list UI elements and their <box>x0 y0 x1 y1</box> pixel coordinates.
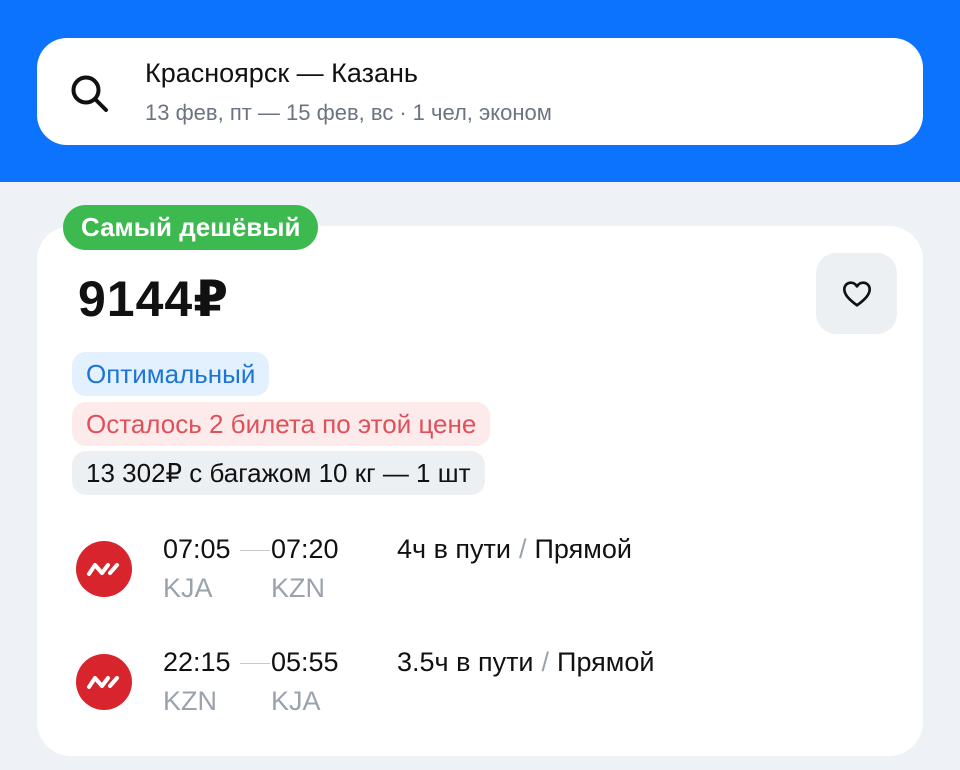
baggage-tag[interactable]: 13 302₽ с багажом 10 кг — 1 шт <box>72 451 485 495</box>
arrival-airport: KJA <box>271 686 321 716</box>
tickets-left-tag: Осталось 2 билета по этой цене <box>72 402 491 446</box>
stops-text: Прямой <box>534 534 632 564</box>
search-passengers: 1 чел, эконом <box>412 100 552 125</box>
time-separator <box>240 663 270 664</box>
arrival-time: 05:55 <box>271 647 339 677</box>
duration-slash: / <box>541 647 550 677</box>
airline-logo <box>76 654 132 710</box>
search-summary[interactable] <box>37 38 923 145</box>
airline-logo <box>76 541 132 597</box>
search-icon[interactable] <box>68 72 110 114</box>
favorite-button[interactable] <box>816 253 897 334</box>
search-dates: 13 фев, пт — 15 фев, вс <box>145 100 394 125</box>
heart-icon <box>842 280 871 307</box>
search-route: Красноярск — Казань <box>145 58 418 88</box>
departure-airport: KZN <box>163 686 217 716</box>
optimal-tag: Оптимальный <box>72 352 270 396</box>
flight-duration: 3.5ч в пути / Прямой <box>397 647 654 678</box>
duration-slash: / <box>519 534 527 564</box>
departure-airport: KJA <box>163 573 213 603</box>
offer-price: 9144₽ <box>78 271 230 327</box>
cheapest-badge: Самый дешёвый <box>63 205 319 250</box>
stops-text: Прямой <box>557 647 655 677</box>
duration-text: 3.5ч в пути <box>397 647 534 677</box>
arrival-airport: KZN <box>271 573 325 603</box>
departure-time: 22:15 <box>163 647 231 677</box>
flight-segment-outbound[interactable]: 07:05 07:20 KJA KZN 4ч в пути / Прямой <box>0 530 960 610</box>
flight-segment-return[interactable]: 22:15 05:55 KZN KJA 3.5ч в пути / Прямой <box>0 643 960 723</box>
time-separator <box>240 550 270 551</box>
duration-text: 4ч в пути <box>397 534 511 564</box>
flight-duration: 4ч в пути / Прямой <box>397 534 632 565</box>
arrival-time: 07:20 <box>271 534 339 564</box>
search-separator: · <box>399 100 407 125</box>
departure-time: 07:05 <box>163 534 231 564</box>
search-params: 13 фев, пт — 15 фев, вс · 1 чел, эконом <box>145 100 552 126</box>
